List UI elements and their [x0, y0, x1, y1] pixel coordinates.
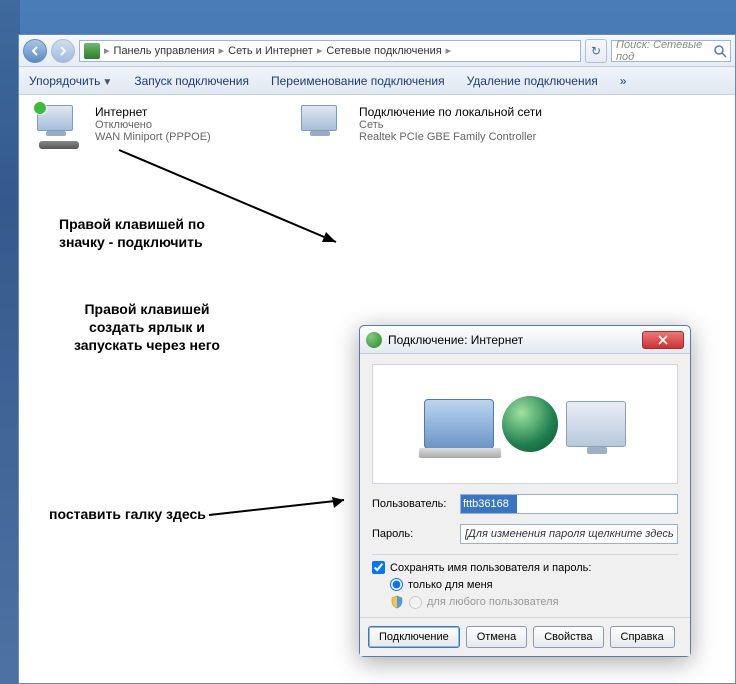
content-area: Интернет Отключено WAN Miniport (PPPOE) …: [19, 95, 735, 683]
save-credentials-label: Сохранять имя пользователя и пароль:: [390, 562, 591, 574]
breadcrumb[interactable]: ▸ Панель управления ▸ Сеть и Интернет ▸ …: [79, 40, 581, 62]
dialog-titlebar[interactable]: Подключение: Интернет: [360, 326, 690, 354]
connection-item-lan[interactable]: Подключение по локальной сети Сеть Realt…: [301, 105, 542, 145]
dialog-button-row: Подключение Отмена Свойства Справка: [360, 617, 690, 656]
save-credentials-checkbox[interactable]: [372, 561, 385, 574]
laptop-icon: [424, 399, 494, 449]
monitor-icon: [566, 401, 626, 447]
password-input[interactable]: [460, 524, 678, 544]
connect-button[interactable]: Подключение: [368, 626, 460, 648]
breadcrumb-seg[interactable]: Сеть и Интернет: [228, 45, 313, 57]
nav-bar: ▸ Панель управления ▸ Сеть и Интернет ▸ …: [19, 35, 735, 67]
shield-icon: [390, 595, 404, 609]
globe-icon: [366, 332, 382, 348]
breadcrumb-seg[interactable]: Сетевые подключения: [326, 45, 441, 57]
connection-status: Сеть: [359, 119, 542, 131]
connection-status: Отключено: [95, 119, 211, 131]
search-icon: [713, 44, 727, 58]
radio-any-user-label: для любого пользователя: [427, 596, 559, 608]
connection-title: Подключение по локальной сети: [359, 105, 542, 119]
dialog-title: Подключение: Интернет: [388, 333, 523, 347]
toolbar: Упорядочить▼ Запуск подключения Переимен…: [19, 67, 735, 95]
breadcrumb-seg[interactable]: Панель управления: [114, 45, 215, 57]
connection-icon: [301, 105, 349, 145]
forward-button[interactable]: [51, 39, 75, 63]
toolbar-rename-connection[interactable]: Переименование подключения: [271, 74, 445, 88]
connect-dialog: Подключение: Интернет Пользователь: /* r…: [359, 325, 691, 657]
toolbar-start-connection[interactable]: Запуск подключения: [134, 74, 249, 88]
back-button[interactable]: [23, 39, 47, 63]
refresh-button[interactable]: ↻: [585, 39, 607, 63]
password-label: Пароль:: [372, 528, 452, 540]
toolbar-delete-connection[interactable]: Удаление подключения: [467, 74, 598, 88]
radio-any-user: [409, 596, 422, 609]
radio-only-me[interactable]: [390, 578, 403, 591]
network-icon: [84, 43, 100, 59]
connection-illustration: [372, 364, 678, 484]
annotation-check-here: поставить галку здесь: [49, 505, 206, 523]
connection-icon: [37, 105, 85, 145]
radio-only-me-label: только для меня: [408, 579, 493, 591]
search-input[interactable]: Поиск: Сетевые под: [611, 40, 731, 62]
username-label: Пользователь:: [372, 498, 452, 510]
arrow-icon: [109, 150, 359, 260]
connection-title: Интернет: [95, 105, 211, 119]
arrow-icon: [209, 495, 359, 530]
annotation-create-shortcut: Правой клавишей создать ярлык и запускат…: [74, 300, 220, 355]
help-button[interactable]: Справка: [610, 626, 675, 648]
properties-button[interactable]: Свойства: [533, 626, 603, 648]
connection-item-internet[interactable]: Интернет Отключено WAN Miniport (PPPOE): [37, 105, 211, 145]
network-connections-window: ▸ Панель управления ▸ Сеть и Интернет ▸ …: [18, 34, 736, 684]
globe-icon: [502, 396, 558, 452]
cancel-button[interactable]: Отмена: [466, 626, 527, 648]
username-input[interactable]: [460, 494, 678, 514]
close-button[interactable]: [642, 331, 684, 349]
toolbar-more[interactable]: »: [620, 74, 627, 88]
search-placeholder: Поиск: Сетевые под: [616, 39, 712, 63]
connection-device: WAN Miniport (PPPOE): [95, 131, 211, 143]
toolbar-organize[interactable]: Упорядочить▼: [29, 74, 112, 88]
connection-device: Realtek PCIe GBE Family Controller: [359, 131, 542, 143]
status-ok-icon: [33, 101, 47, 115]
